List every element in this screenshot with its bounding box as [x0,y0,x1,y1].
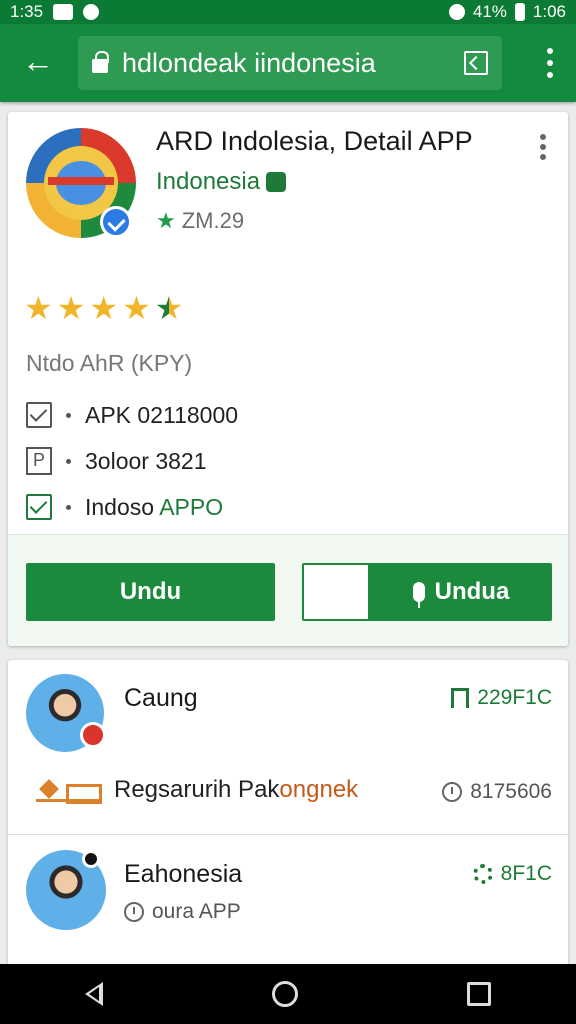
item-title: Caung [124,684,198,712]
item-title: Eahonesia [124,860,243,888]
browser-toolbar: ← hdlondeak iindonesia [0,24,576,102]
item-subtitle-accent: ongnek [279,776,359,803]
clock-icon [124,902,144,922]
battery-icon [514,3,525,21]
item-meta: oura APP [124,900,241,924]
nav-recents-icon[interactable] [467,982,492,1006]
half-star-icon: ★ [154,290,184,326]
info-list: APK 02118000 3oloor 3821 Indoso APPO [26,392,546,530]
nav-home-icon[interactable] [271,981,298,1007]
download-count-icon [451,688,470,708]
info-item[interactable]: Indoso APPO [26,484,546,530]
item-subrow: Regsarurih Pakongnek [36,776,358,804]
star-icon: ★ [24,290,53,326]
battery-percent: 41% [472,2,507,21]
gear-icon [472,864,493,884]
item-meta: 8F1C [472,862,552,886]
install-button[interactable]: Undu [26,563,275,621]
document-icon [26,447,52,475]
bullet-icon [66,458,71,464]
status-time-right: 1:06 [532,2,566,21]
editor-star-icon: ★ [156,208,176,233]
url-text: hdlondeak iindonesia [122,47,376,78]
app-notification-icon [83,4,100,20]
system-nav-bar [0,964,576,1024]
info-item[interactable]: APK 02118000 [26,392,546,438]
mic-icon [412,582,425,608]
item-meta: 8175606 [442,780,552,804]
star-icon: ★ [56,290,86,326]
clock-icon [442,782,463,802]
status-time-left: 1:35 [10,2,44,21]
open-in-app-icon[interactable] [464,51,488,75]
info-text-main: Indoso [85,493,160,520]
notification-icon [53,4,74,20]
info-text: APK 02118000 [85,401,239,428]
card-more-icon[interactable] [540,134,546,160]
install-alt-blank[interactable] [302,563,370,621]
info-text: Indoso APPO [85,494,223,521]
item-subtitle: oura APP [152,900,241,923]
rating-stars: ★ ★ ★ ★ ★ [24,290,183,326]
developer-name: Indonesia [156,168,261,195]
item-meta: 229F1C [451,686,552,710]
nav-back-icon[interactable] [84,982,103,1006]
section-label: Ntdo AhR (KPY) [26,350,193,376]
bullet-icon [66,412,71,418]
checkbox-checked-icon[interactable] [26,494,52,520]
list-item[interactable]: Eahonesia oura APP 8F1C [8,836,568,976]
verified-badge-icon [100,206,132,238]
checkbox-icon[interactable] [26,402,52,428]
install-alt-label: Undua [434,578,510,605]
info-text-accent: APPO [159,493,224,520]
avatar-badge-icon [82,850,100,868]
more-vert-icon[interactable] [546,48,554,78]
app-detail-card: ARD Indolesia, Detail APP Indonesia ★ ZM… [8,112,568,646]
action-area: Undu Undua [8,534,568,646]
shop-icon [36,778,102,804]
divider [8,834,568,835]
screen: 1:35 41% 1:06 ← hdlondeak iindonesia ARD… [0,0,576,1024]
install-alt-button[interactable]: Undua [302,563,552,621]
back-arrow-icon[interactable]: ← [20,44,56,80]
item-meta-value: 8175606 [470,780,552,803]
star-icon: ★ [89,290,119,326]
star-icon: ★ [122,290,151,326]
related-list-card: Caung 229F1C Regsarurih Pakongnek 817560… [8,660,568,980]
info-text: 3oloor 3821 [85,447,207,474]
info-item[interactable]: 3oloor 3821 [26,438,546,484]
developer-badge-icon [266,172,287,192]
bullet-icon [66,504,71,510]
url-bar[interactable]: hdlondeak iindonesia [78,36,502,90]
install-alt-part[interactable]: Undua [370,563,552,621]
wifi-icon [448,4,465,20]
item-meta-value: 8F1C [500,862,552,885]
item-subtitle: Regsarurih Pakongnek [114,776,358,804]
item-subtitle-main: Regsarurih Pak [114,776,280,803]
avatar-badge-icon [80,722,106,748]
developer-link[interactable]: Indonesia [156,168,287,196]
item-meta-value: 229F1C [477,686,552,709]
app-title: ARD Indolesia, Detail APP [156,126,473,156]
status-bar: 1:35 41% 1:06 [0,0,576,24]
list-item[interactable]: Caung 229F1C Regsarurih Pakongnek 817560… [8,660,568,830]
app-meta: ★ ZM.29 [156,208,244,234]
app-size: ZM.29 [181,208,245,233]
lock-icon [92,51,109,73]
